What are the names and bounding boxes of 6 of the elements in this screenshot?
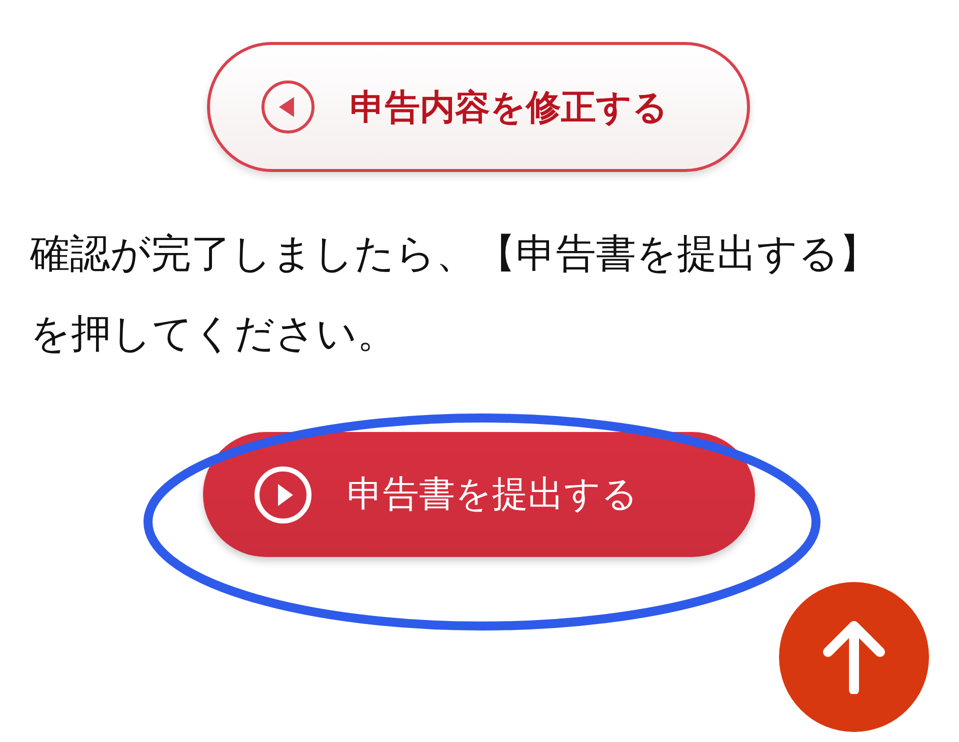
- play-icon: [253, 464, 313, 524]
- up-arrow-icon: [822, 620, 886, 694]
- submit-button[interactable]: 申告書を提出する: [203, 432, 755, 557]
- back-icon: [260, 79, 316, 135]
- instruction-text: 確認が完了しましたら、【申告書を提出する】を押してください。: [30, 230, 880, 359]
- edit-button[interactable]: 申告内容を修正する: [207, 42, 750, 172]
